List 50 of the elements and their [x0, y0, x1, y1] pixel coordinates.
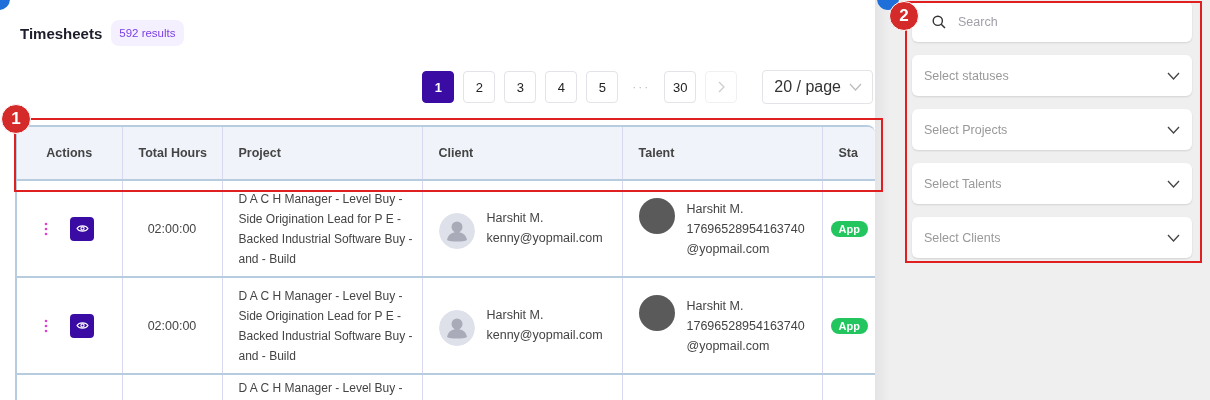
column-header: Client: [422, 127, 622, 180]
talent-name: Harshit M.: [686, 297, 745, 315]
results-count-badge: 592 results: [111, 20, 184, 46]
client-name: Harshit M.: [486, 210, 545, 227]
chevron-down-icon: [1167, 179, 1180, 188]
project-name: D A C H Manager - Level Buy -: [238, 380, 404, 397]
client-email: kenny@yopmail.com: [486, 230, 603, 247]
eye-icon: [75, 224, 89, 233]
page-size-select[interactable]: 20 / page: [762, 70, 873, 104]
page-ellipsis: ···: [631, 80, 652, 94]
column-header: Talent: [622, 127, 822, 180]
more-icon[interactable]: [44, 221, 49, 236]
client-email: kenny@yopmail.com: [486, 327, 603, 344]
search-field[interactable]: Search: [912, 1, 1192, 42]
chevron-down-icon: [849, 83, 862, 91]
view-button[interactable]: [70, 216, 95, 241]
page-button[interactable]: 4: [545, 71, 578, 103]
column-header: Total Hours: [122, 127, 222, 180]
client-name: Harshit M.: [486, 307, 545, 324]
project-name: D A C H Manager - Level Buy - Side Origination Lead for P E - Backed Industrial Software Buy -and - Build: [238, 287, 414, 365]
status-badge: App: [830, 220, 868, 237]
step-number-badge: 1: [1, 104, 31, 134]
chevron-down-icon: [1167, 125, 1180, 134]
page-button[interactable]: 3: [504, 71, 537, 103]
view-button[interactable]: [70, 313, 95, 338]
total-hours: 02:00:00: [147, 221, 197, 236]
column-header: Actions: [17, 127, 122, 180]
page-title: Timesheets: [20, 24, 103, 42]
chevron-down-icon: [1167, 233, 1180, 242]
more-icon[interactable]: [44, 318, 49, 333]
page-button[interactable]: 2: [463, 71, 496, 103]
status-badge: App: [830, 317, 868, 334]
photo-placeholder: [638, 294, 675, 331]
talent-email: 17696528954163740@yopmail.com: [686, 220, 806, 258]
photo-placeholder: [638, 197, 675, 234]
talent-name: Harshit M.: [686, 200, 745, 218]
talent-email: 17696528954163740@yopmail.com: [686, 317, 806, 355]
chevron-right-icon: [717, 81, 726, 93]
project-name: D A C H Manager - Level Buy - Side Origination Lead for P E - Backed Industrial Software Buy -and - Build: [238, 190, 414, 268]
chevron-down-icon: [1167, 71, 1180, 80]
page-button[interactable]: 30: [664, 71, 697, 103]
page-button[interactable]: 1: [422, 71, 455, 103]
column-header: Project: [222, 127, 422, 180]
total-hours: 02:00:00: [147, 318, 197, 333]
page-button[interactable]: 5: [586, 71, 619, 103]
eye-icon: [75, 321, 89, 330]
column-header: Sta: [822, 127, 875, 180]
avatar-icon: [438, 213, 475, 249]
search-icon: [932, 15, 946, 29]
avatar-icon: [438, 310, 475, 346]
